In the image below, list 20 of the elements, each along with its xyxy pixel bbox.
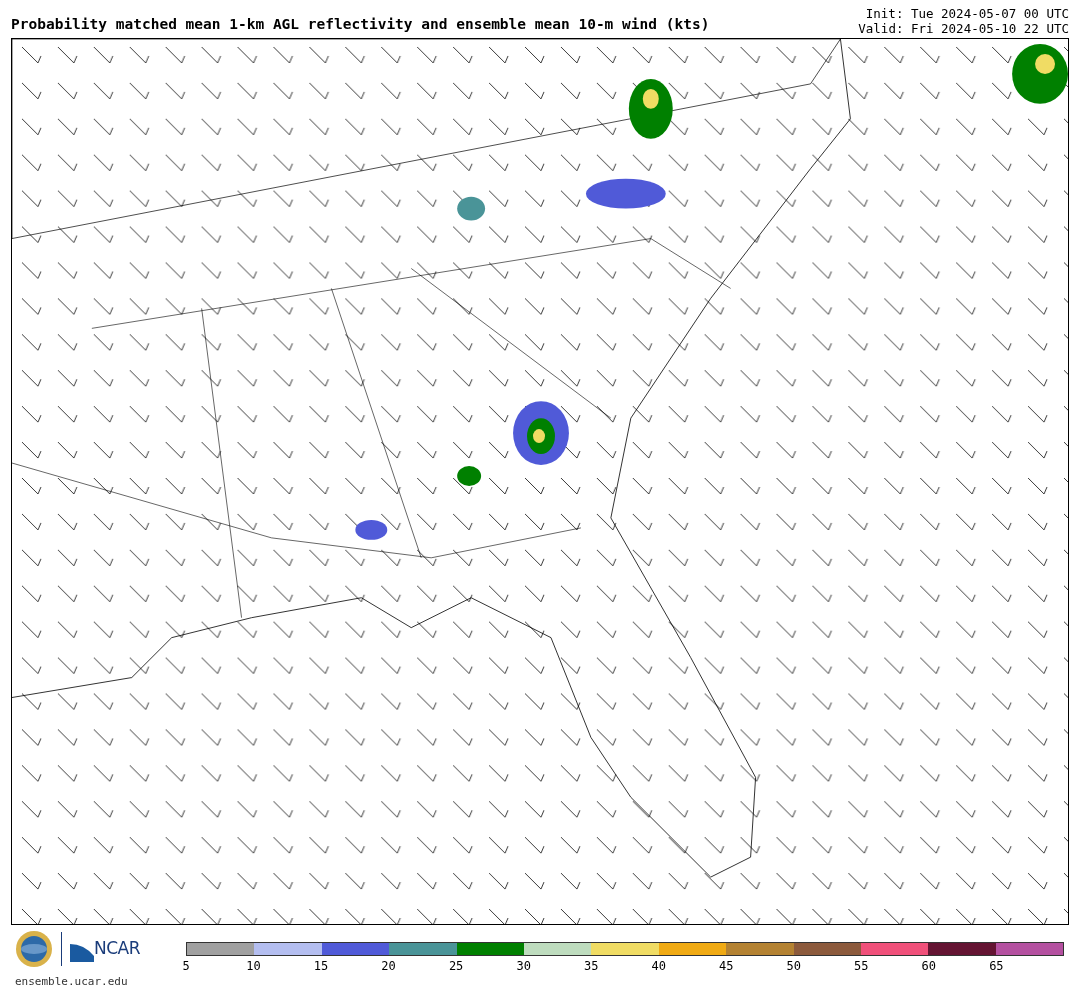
swoosh-logo-icon <box>70 941 94 962</box>
tick-label: 5 <box>182 959 190 973</box>
tick-label: 20 <box>381 959 396 973</box>
chart-title: Probability matched mean 1-km AGL reflectivity and ensemble mean 10-m wind (kts) <box>11 15 710 34</box>
tick-label: 45 <box>719 959 734 973</box>
tick-label: 60 <box>921 959 937 973</box>
tick-label: 15 <box>313 959 329 973</box>
tick-label: 25 <box>448 959 464 973</box>
tick-label: 10 <box>246 959 261 973</box>
logo-text: NCAR <box>94 937 141 961</box>
globe-emblem-icon <box>15 930 53 968</box>
site-address: ensemble.ucar.edu <box>15 974 129 988</box>
init-time: Init: Tue 2024-05-07 00 UTC <box>864 6 1069 21</box>
tick-label: 65 <box>989 959 1004 973</box>
tick-label: 35 <box>583 959 599 973</box>
tick-label: 50 <box>786 959 801 973</box>
tick-label: 30 <box>516 959 531 973</box>
valid-time: Valid: Fri 2024-05-10 22 UTC <box>858 21 1069 36</box>
tick-label: 55 <box>854 959 869 973</box>
tick-label: 40 <box>651 959 666 973</box>
